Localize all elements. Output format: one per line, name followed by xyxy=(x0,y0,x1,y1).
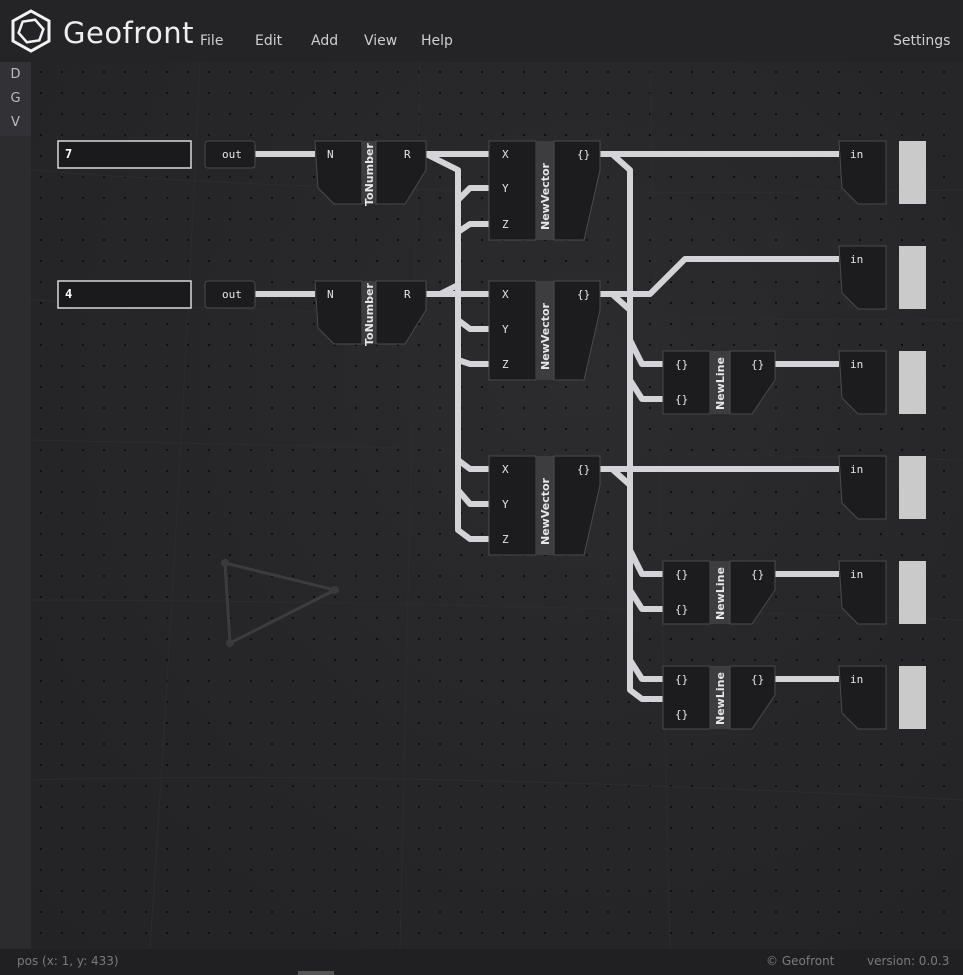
input-port-label: N xyxy=(327,288,334,301)
node-title: NewVector xyxy=(539,477,552,545)
viewer-node[interactable]: in xyxy=(838,245,926,310)
output-port-label: {} xyxy=(577,288,590,301)
input-port-y: Y xyxy=(502,498,509,511)
menu-help[interactable]: Help xyxy=(421,33,453,49)
horizontal-scrollbar[interactable] xyxy=(298,971,334,975)
input-port-a: {} xyxy=(675,568,688,581)
input-port-b: {} xyxy=(675,708,688,721)
input-port-z: Z xyxy=(502,533,509,546)
viewer-node[interactable]: in xyxy=(838,560,926,625)
output-port-label: {} xyxy=(751,358,764,371)
viewer-node[interactable]: in xyxy=(838,455,926,520)
input-port-x: X xyxy=(502,288,509,301)
viewer-node[interactable]: in xyxy=(838,665,926,730)
viewer-swatch xyxy=(899,351,926,414)
port-label: out xyxy=(222,148,242,161)
viewer-node[interactable]: in xyxy=(838,350,926,415)
input-port-label: in xyxy=(850,673,863,686)
menu-view[interactable]: View xyxy=(364,33,397,49)
input-port-y: Y xyxy=(502,182,509,195)
node-title: ToNumber xyxy=(363,143,376,206)
input-port-z: Z xyxy=(502,218,509,231)
input-port-b: {} xyxy=(675,393,688,406)
input-port-label: in xyxy=(850,148,863,161)
viewer-swatch xyxy=(899,141,926,204)
menu-add[interactable]: Add xyxy=(311,33,338,49)
header-bar: Geofront File Edit Add View Help Setting… xyxy=(0,0,963,62)
input-port-x: X xyxy=(502,463,509,476)
input-port-label: N xyxy=(327,148,334,161)
number-input-value[interactable]: 7 xyxy=(65,147,72,161)
sidebar-item-d[interactable]: D xyxy=(0,67,31,82)
input-port-z: Z xyxy=(502,358,509,371)
viewer-node[interactable]: in xyxy=(838,140,926,205)
node-canvas[interactable]: 7 out 4 out N R ToNumber N R ToNumber X … xyxy=(31,62,963,949)
number-input-node[interactable]: 4 out xyxy=(57,280,256,309)
port-label: out xyxy=(222,288,242,301)
input-port-label: in xyxy=(850,568,863,581)
node-title: NewLine xyxy=(714,357,727,410)
new-line-node[interactable]: {} {} {} NewLine xyxy=(662,665,776,730)
version-label: version: 0.0.3 xyxy=(867,954,950,968)
number-input-field[interactable] xyxy=(57,140,192,169)
input-port-label: in xyxy=(850,358,863,371)
output-port-label: {} xyxy=(751,568,764,581)
menu-edit[interactable]: Edit xyxy=(255,33,282,49)
output-port-label: {} xyxy=(751,673,764,686)
output-port-label: R xyxy=(404,148,411,161)
input-port-y: Y xyxy=(502,323,509,336)
new-line-node[interactable]: {} {} {} NewLine xyxy=(662,560,776,625)
sidebar-item-v[interactable]: V xyxy=(0,115,31,130)
output-port-label: {} xyxy=(577,463,590,476)
new-vector-node[interactable]: X Y Z {} NewVector xyxy=(488,140,601,241)
new-line-node[interactable]: {} {} {} NewLine xyxy=(662,350,776,415)
copyright-label: © Geofront xyxy=(766,954,835,968)
viewer-swatch xyxy=(899,561,926,624)
geofront-logo-icon xyxy=(11,9,51,53)
viewer-swatch xyxy=(899,666,926,729)
input-port-label: in xyxy=(850,253,863,266)
input-port-a: {} xyxy=(675,358,688,371)
to-number-node[interactable]: N R ToNumber xyxy=(314,140,427,206)
sidebar-tabs: D G V xyxy=(0,62,31,136)
input-port-b: {} xyxy=(675,603,688,616)
viewer-swatch xyxy=(899,246,926,309)
new-vector-node[interactable]: X Y Z {} NewVector xyxy=(488,455,601,556)
number-input-node[interactable]: 7 out xyxy=(57,140,256,169)
input-port-x: X xyxy=(502,148,509,161)
number-input-field[interactable] xyxy=(57,280,192,309)
node-title: ToNumber xyxy=(363,283,376,346)
new-vector-node[interactable]: X Y Z {} NewVector xyxy=(488,280,601,381)
cursor-position: pos (x: 1, y: 433) xyxy=(17,954,119,968)
number-input-value[interactable]: 4 xyxy=(65,287,72,301)
sidebar-item-g[interactable]: G xyxy=(0,91,31,106)
output-port-label: R xyxy=(404,288,411,301)
output-port-label: {} xyxy=(577,148,590,161)
to-number-node[interactable]: N R ToNumber xyxy=(314,280,427,346)
app-title: Geofront xyxy=(63,16,195,50)
input-port-label: in xyxy=(850,463,863,476)
settings-menu[interactable]: Settings xyxy=(893,33,950,49)
status-bar: pos (x: 1, y: 433) © Geofront version: 0… xyxy=(0,949,963,975)
sidebar xyxy=(0,62,31,949)
viewer-swatch xyxy=(899,456,926,519)
node-title: NewVector xyxy=(539,302,552,370)
node-title: NewVector xyxy=(539,162,552,230)
node-title: NewLine xyxy=(714,567,727,620)
input-port-a: {} xyxy=(675,673,688,686)
node-title: NewLine xyxy=(714,672,727,725)
menu-file[interactable]: File xyxy=(200,33,223,49)
